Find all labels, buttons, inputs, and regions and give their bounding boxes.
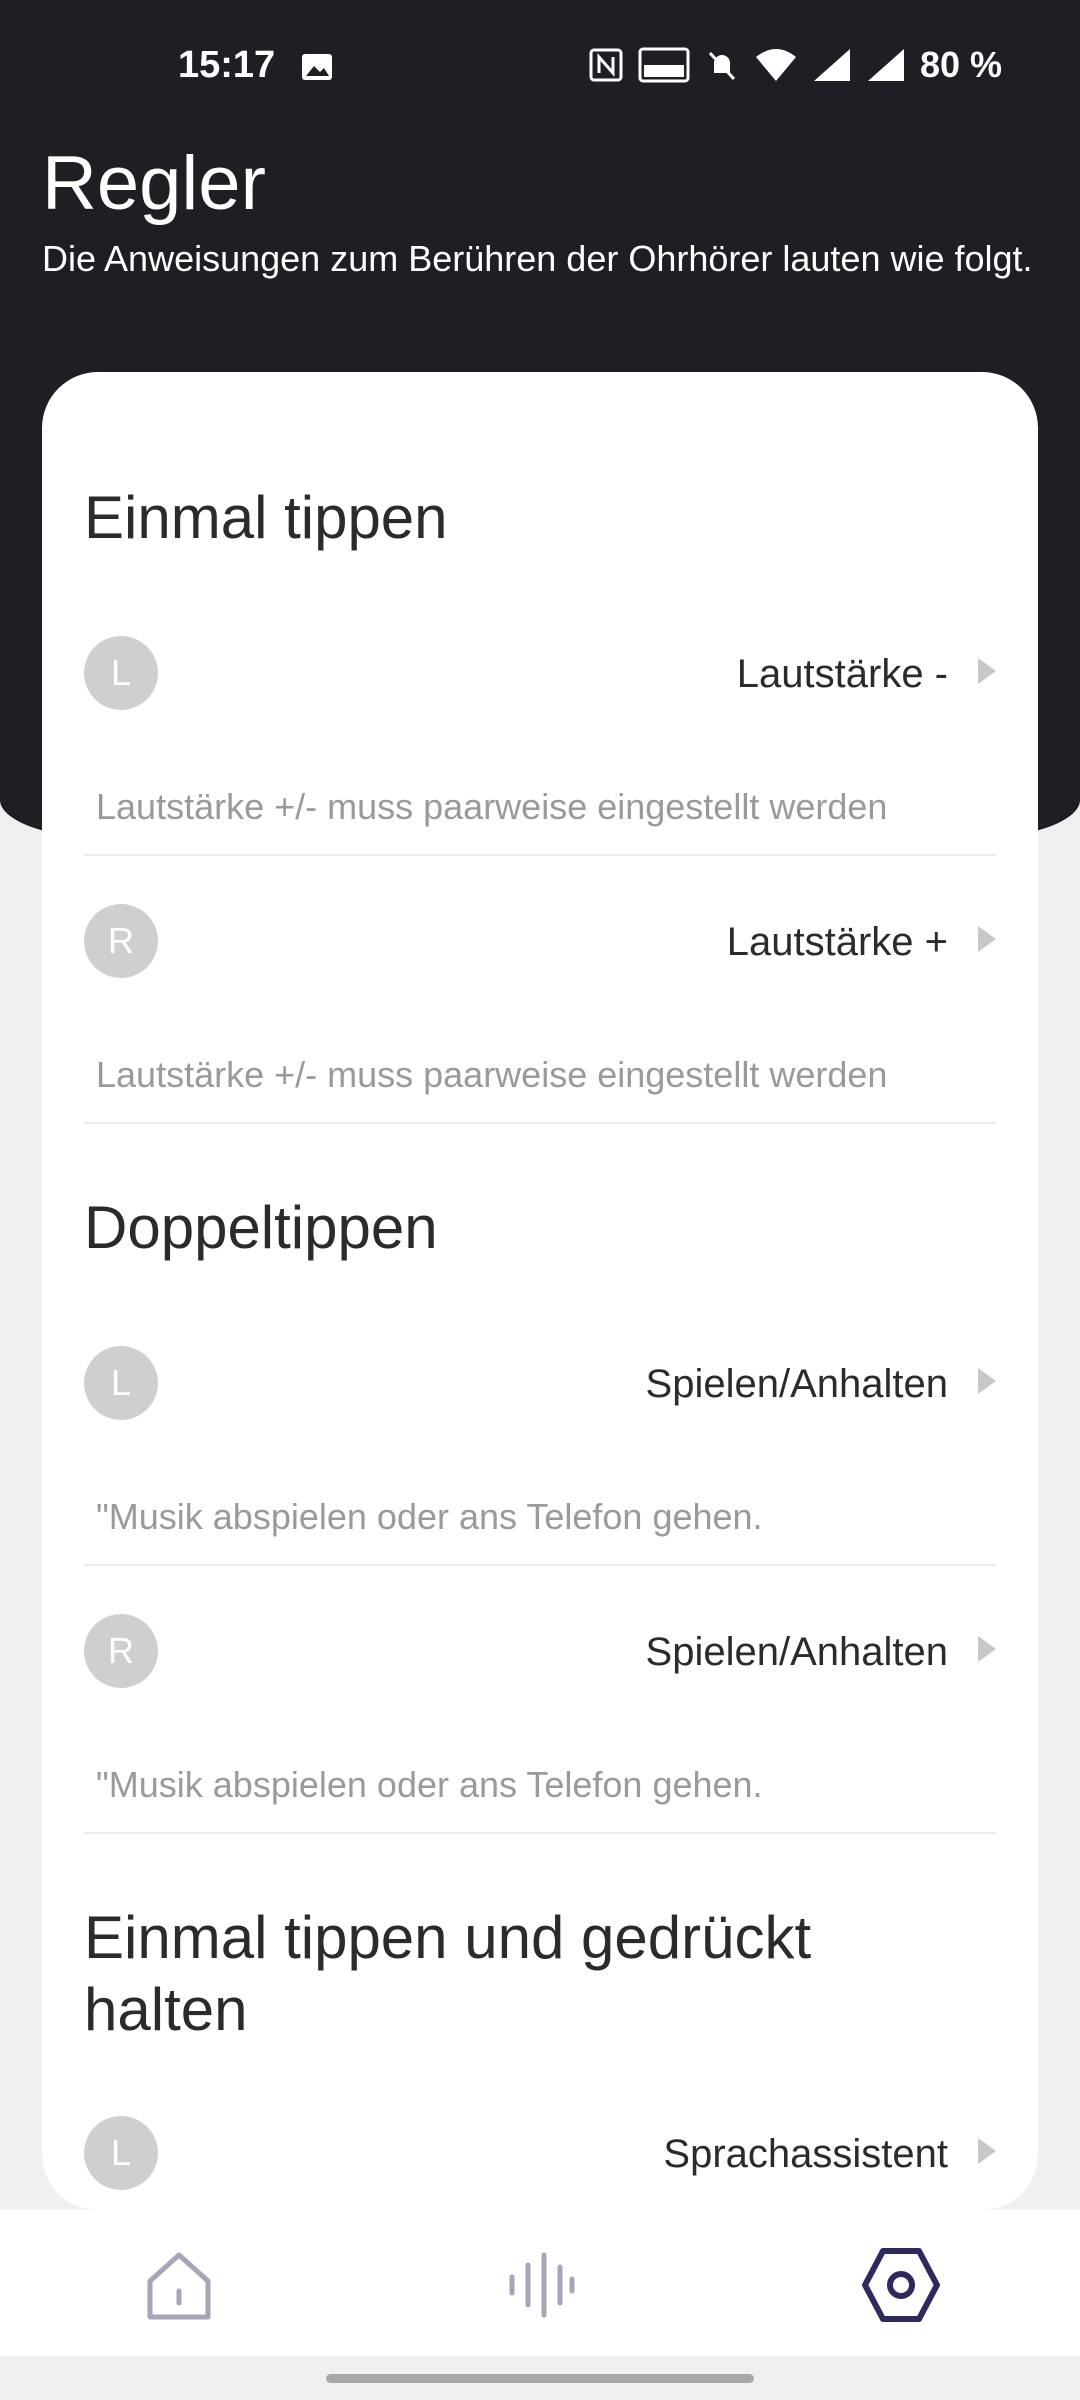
chevron-right-icon (978, 926, 996, 952)
row-note: Lautstärke +/- muss paarweise eingestell… (96, 786, 888, 827)
control-row-single-tap-left[interactable]: L Lautstärke - (84, 614, 996, 734)
status-time: 15:17 (178, 44, 276, 86)
row-note: "Musik abspielen oder ans Telefon gehen. (96, 1764, 763, 1805)
chevron-right-icon (978, 1636, 996, 1662)
wifi-icon (755, 49, 796, 81)
status-icons: 80 % (588, 44, 1002, 86)
settings-hexagon-icon (862, 2248, 940, 2322)
action-value: Sprachassistent (663, 2132, 948, 2176)
signal-icon (813, 49, 850, 81)
control-row-single-tap-right[interactable]: R Lautstärke + (84, 882, 996, 1002)
right-earbud-badge: R (84, 1614, 158, 1688)
nav-settings[interactable] (856, 2240, 946, 2330)
signal-icon (867, 49, 904, 81)
nav-sound[interactable] (495, 2240, 585, 2330)
divider (84, 1832, 996, 1834)
control-row-double-tap-left[interactable]: L Spielen/Anhalten (84, 1324, 996, 1444)
section-title-single-tap: Einmal tippen (84, 484, 448, 551)
chevron-right-icon (978, 658, 996, 684)
left-earbud-badge: L (84, 636, 158, 710)
status-bar: 15:17 80 % (0, 0, 1080, 136)
chevron-right-icon (978, 1368, 996, 1394)
action-value: Spielen/Anhalten (645, 1630, 948, 1674)
divider (84, 1564, 996, 1566)
mute-bell-icon (708, 51, 736, 81)
divider (84, 1122, 996, 1124)
battery-percent: 80 % (919, 44, 1002, 85)
chevron-right-icon (978, 2138, 996, 2164)
home-icon (147, 2252, 211, 2320)
control-row-tap-hold-left[interactable]: L Sprachassistent (84, 2094, 996, 2210)
right-earbud-badge: R (84, 904, 158, 978)
image-icon (302, 54, 332, 80)
home-indicator[interactable] (326, 2374, 754, 2383)
sound-wave-icon (509, 2252, 575, 2318)
page-subtitle: Die Anweisungen zum Berühren der Ohrhöre… (42, 238, 1033, 279)
nav-home[interactable] (134, 2240, 224, 2330)
nfc-icon (589, 48, 623, 82)
left-earbud-badge: L (84, 2116, 158, 2190)
volte-icon (638, 47, 690, 83)
left-earbud-badge: L (84, 1346, 158, 1420)
action-value: Lautstärke + (726, 920, 948, 964)
section-title-tap-and-hold: Einmal tippen und gedrückt halten (84, 1904, 812, 2043)
section-title-double-tap: Doppeltippen (84, 1194, 438, 1261)
divider (84, 854, 996, 856)
action-value: Spielen/Anhalten (645, 1362, 948, 1406)
controls-card: Einmal tippen L Lautstärke - Lautstärke … (42, 372, 1038, 2210)
control-row-double-tap-right[interactable]: R Spielen/Anhalten (84, 1592, 996, 1712)
row-note: Lautstärke +/- muss paarweise eingestell… (96, 1054, 888, 1095)
row-note: "Musik abspielen oder ans Telefon gehen. (96, 1496, 763, 1537)
bottom-navigation (0, 2210, 1080, 2356)
page-title: Regler (42, 141, 266, 226)
action-value: Lautstärke - (736, 652, 948, 696)
